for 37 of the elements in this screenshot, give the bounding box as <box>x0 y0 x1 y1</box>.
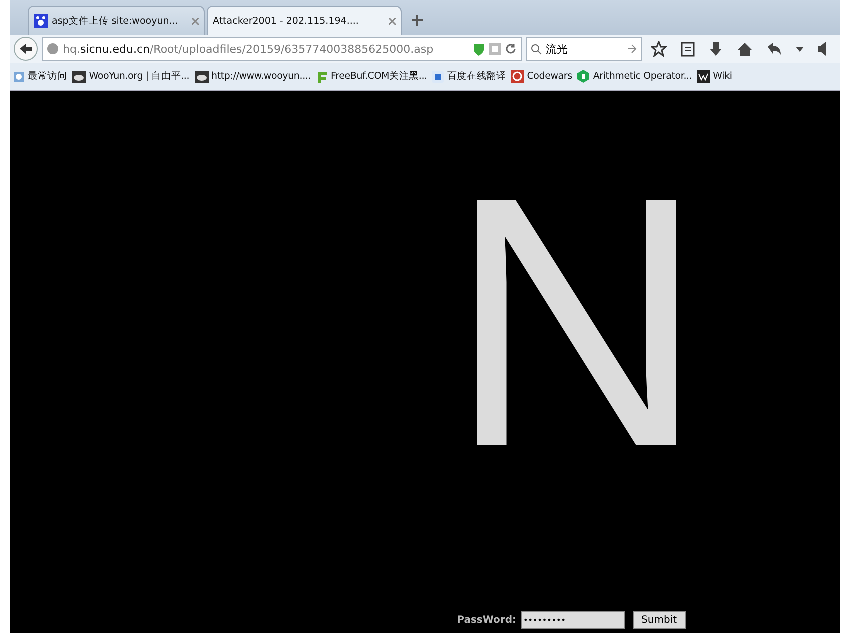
search-field[interactable]: 流光 <box>526 37 642 61</box>
search-icon <box>531 44 542 54</box>
bookmark-item[interactable]: Arithmetic Operator... <box>575 68 694 85</box>
globe-icon <box>47 43 59 55</box>
submit-button[interactable]: Sumbit <box>632 611 686 629</box>
browser-tab[interactable]: Attacker2001 - 202.115.194.... <box>207 6 402 35</box>
plus-icon <box>412 15 423 26</box>
letter-f-icon <box>316 70 328 82</box>
back-button[interactable] <box>14 37 38 61</box>
reload-icon[interactable] <box>505 43 517 55</box>
bookmark-item[interactable]: WooYun.org | 自由平... <box>70 68 192 85</box>
browser-tab[interactable]: asp文件上传 site:wooyun... <box>28 6 205 35</box>
bookmark-item[interactable]: http://www.wooyun.... <box>192 68 314 84</box>
bookmark-item[interactable]: FreeBuf.COM关注黑... <box>314 68 430 85</box>
arrow-icon[interactable] <box>627 44 637 54</box>
cloud-icon <box>194 70 209 82</box>
qr-code-icon <box>489 43 501 55</box>
bookmark-item[interactable]: 最常访问 <box>11 68 70 85</box>
wiki-icon <box>697 70 710 83</box>
translate-icon <box>432 70 444 82</box>
back-arrow-icon <box>19 43 33 55</box>
page-icon <box>13 70 25 82</box>
paw-icon <box>34 14 48 28</box>
shield-icon <box>473 42 485 56</box>
big-letter: N <box>448 145 706 501</box>
password-field[interactable]: ••••••••• <box>520 611 625 629</box>
bookmark-item[interactable]: 百度在线翻译 <box>430 68 508 85</box>
close-icon[interactable] <box>192 18 199 24</box>
bookmark-item[interactable]: Wiki <box>695 68 734 85</box>
password-label: PassWord: <box>457 614 517 626</box>
address-bar[interactable]: hq.sicnu.edu.cn/Root/uploadfiles/20159/635774003885625000.asp <box>42 37 522 61</box>
swirl-icon <box>511 70 524 83</box>
cloud-icon <box>72 70 86 82</box>
hexagon-icon <box>577 70 590 83</box>
bookmark-item[interactable]: Codewars <box>509 68 574 85</box>
close-icon[interactable] <box>389 18 396 24</box>
url-text: hq.sicnu.edu.cn/Root/uploadfiles/20159/635774003885625000.asp <box>63 42 435 56</box>
